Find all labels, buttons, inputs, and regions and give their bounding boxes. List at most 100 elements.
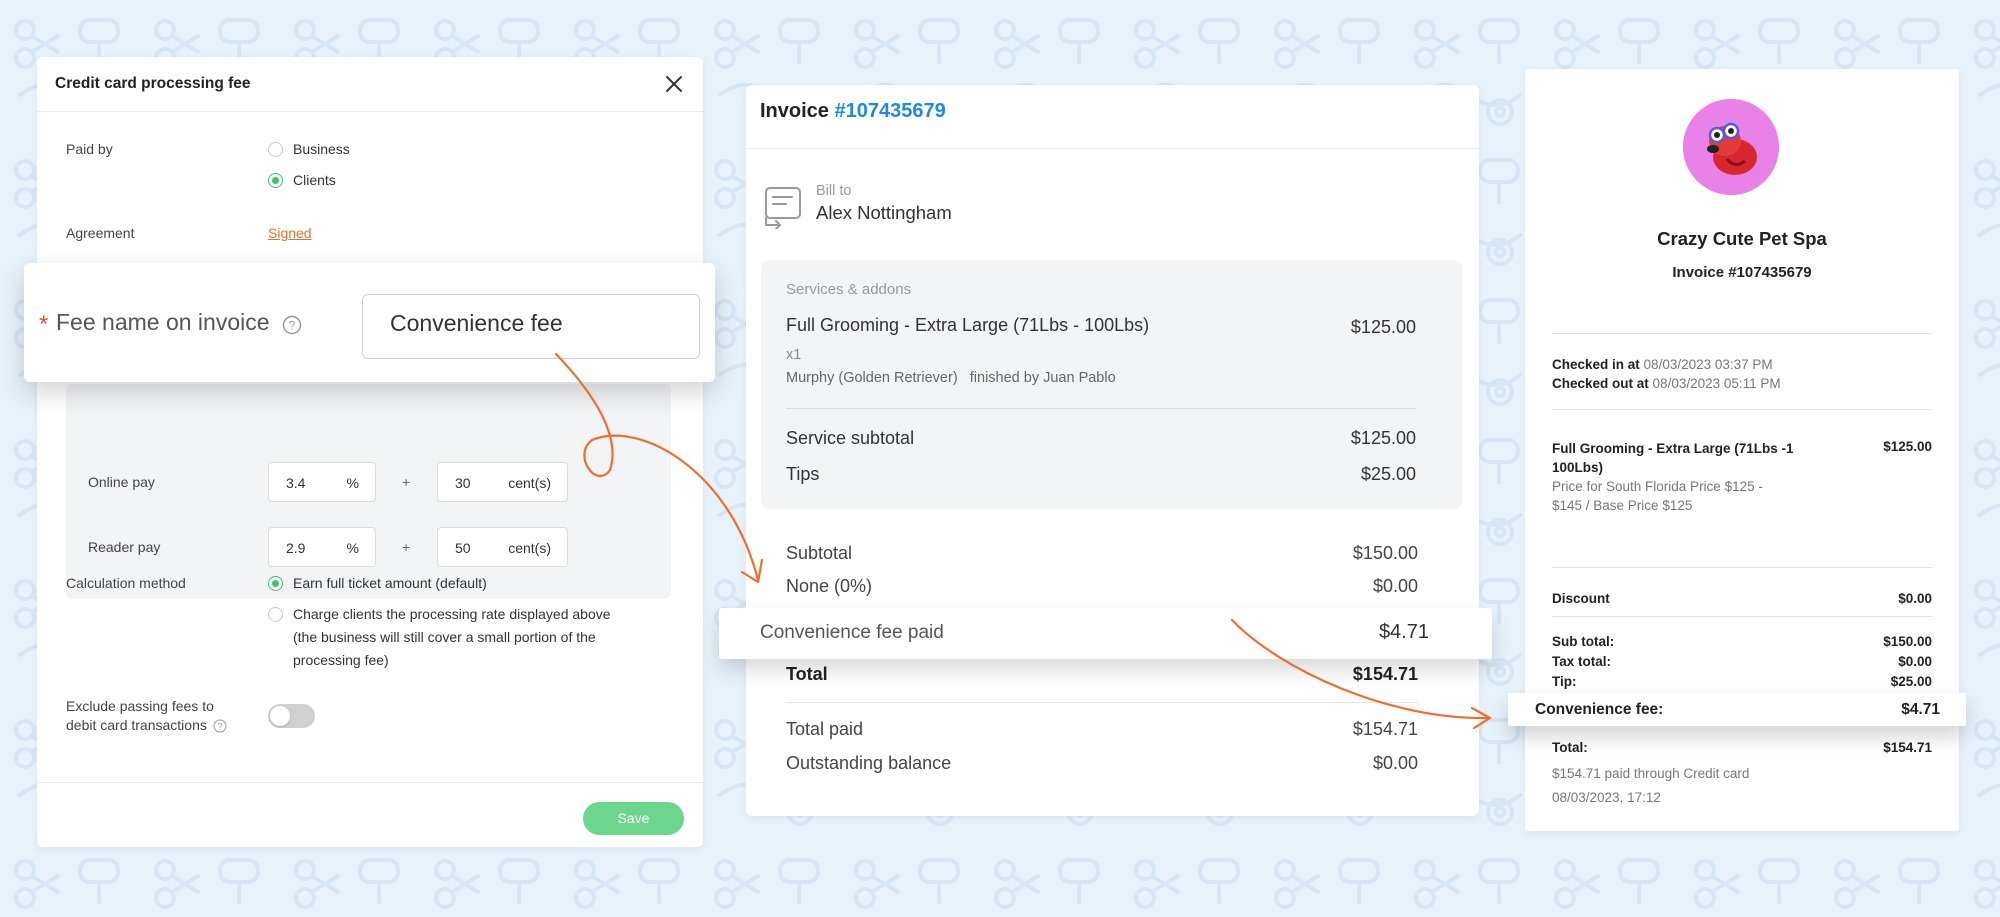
plus-sign: +: [402, 539, 411, 555]
panel-footer-divider: [37, 782, 703, 783]
fee-name-label: Fee name on invoice: [56, 309, 270, 335]
radio-label: Business: [293, 141, 350, 157]
total-paid-value: $154.71: [1352, 719, 1418, 739]
exclude-debit-toggle[interactable]: [268, 704, 315, 728]
bill-to-name: Alex Nottingham: [816, 202, 952, 223]
receipt-convenience-fee-value: $4.71: [1901, 701, 1940, 718]
reader-pay-label: Reader pay: [88, 539, 161, 555]
bill-to-label: Bill to: [816, 183, 852, 199]
help-icon[interactable]: ?: [282, 315, 302, 335]
calculation-method-label: Calculation method: [66, 575, 186, 591]
convenience-fee-paid-label: Convenience fee paid: [760, 622, 944, 643]
subtotal-label: Subtotal: [786, 543, 853, 563]
online-pay-label: Online pay: [88, 474, 155, 490]
settings-panel-title: Credit card processing fee: [37, 57, 703, 112]
invoice-panel: Invoice #107435679 Bill to Alex Nottingh…: [746, 85, 1479, 816]
invoice-title: Invoice #107435679: [746, 85, 1479, 149]
svg-text:?: ?: [217, 722, 222, 732]
receipt-discount-value: $0.00: [1898, 591, 1932, 606]
receipt-paid-through: $154.71 paid through Credit card: [1552, 766, 1750, 781]
paid-by-clients-radio[interactable]: Clients: [268, 172, 336, 188]
credit-card-fee-settings-panel: Credit card processing fee Paid by Busin…: [37, 57, 703, 847]
divider: [1552, 616, 1932, 617]
divider: [1552, 333, 1932, 334]
radio-label: Clients: [293, 172, 336, 188]
receipt-service-price: $125.00: [1883, 439, 1932, 454]
subtotal-value: $150.00: [1352, 543, 1418, 563]
services-box: Services & addons Full Grooming - Extra …: [761, 260, 1462, 509]
service-subtotal-label: Service subtotal: [786, 428, 915, 448]
total-value: $154.71: [1352, 664, 1418, 684]
agreement-label: Agreement: [66, 225, 135, 241]
checked-out: Checked out at 08/03/2023 05:11 PM: [1552, 376, 1781, 391]
receipt-total-value: $154.71: [1883, 740, 1932, 755]
business-name: Crazy Cute Pet Spa: [1657, 228, 1827, 249]
service-quantity: x1: [786, 347, 802, 363]
receipt-tax-label: Tax total:: [1552, 654, 1612, 669]
radio-icon[interactable]: [268, 141, 283, 157]
receipt-subtotal-value: $150.00: [1883, 634, 1932, 649]
close-icon[interactable]: [661, 71, 687, 97]
divider: [1552, 409, 1932, 410]
total-paid-label: Total paid: [786, 719, 864, 739]
receipt-service-description: Price for South Florida Price $125 - $145…: [1552, 479, 1763, 513]
service-subtotal-value: $125.00: [1350, 428, 1416, 448]
radio-selected-icon[interactable]: [268, 575, 283, 591]
agreement-signed-link[interactable]: Signed: [268, 225, 312, 241]
convenience-fee-paid-value: $4.71: [1378, 621, 1429, 643]
divider: [786, 702, 1418, 703]
divider: [1552, 567, 1932, 568]
divider: [786, 408, 1416, 409]
tips-label: Tips: [786, 464, 820, 484]
reader-pay-cents-input[interactable]: 50 cent(s): [437, 527, 568, 567]
radio-label: Earn full ticket amount (default): [293, 575, 487, 591]
paid-by-label: Paid by: [66, 141, 113, 157]
receipt-paid-date: 08/03/2023, 17:12: [1552, 790, 1661, 805]
reader-pay-percent-input[interactable]: 2.9 %: [268, 527, 376, 567]
outstanding-balance-value: $0.00: [1372, 753, 1418, 773]
checked-in: Checked in at 08/03/2023 03:37 PM: [1552, 357, 1773, 372]
calc-earn-full-radio[interactable]: Earn full ticket amount (default): [268, 575, 487, 591]
radio-label: Charge clients the processing rate displ…: [293, 606, 611, 668]
svg-text:?: ?: [289, 319, 296, 333]
fee-name-input[interactable]: Convenience fee: [362, 294, 700, 359]
online-pay-percent-input[interactable]: 3.4 %: [268, 462, 376, 502]
receipt-total-label: Total:: [1552, 740, 1588, 755]
invoice-number-link[interactable]: #107435679: [834, 100, 945, 122]
fee-name-callout: * Fee name on invoice ? Convenience fee: [24, 263, 715, 382]
convenience-fee-paid-callout: Convenience fee paid $4.71: [719, 608, 1492, 659]
discount-label: None (0%): [786, 576, 873, 596]
outstanding-balance-label: Outstanding balance: [786, 753, 952, 773]
processing-rates-box: Online pay 3.4 % + 30 cent(s) Reader pay…: [66, 384, 671, 599]
receipt-tip-label: Tip:: [1552, 674, 1577, 689]
exclude-debit-label: Exclude passing fees to debit card trans…: [66, 697, 227, 735]
service-price: $125.00: [1350, 317, 1416, 337]
online-pay-cents-input[interactable]: 30 cent(s): [437, 462, 568, 502]
receipt-tip-value: $25.00: [1890, 674, 1932, 689]
reader-pay-row: Reader pay 2.9 % + 50 cent(s): [66, 527, 671, 567]
required-asterisk: *: [39, 311, 49, 338]
receipt-convenience-fee-callout: Convenience fee: $4.71: [1508, 693, 1966, 726]
services-heading: Services & addons: [786, 281, 912, 298]
online-pay-row: Online pay 3.4 % + 30 cent(s): [66, 462, 671, 502]
receipt-discount-label: Discount: [1552, 591, 1610, 606]
receipt-subtotal-label: Sub total:: [1552, 634, 1615, 649]
receipt-convenience-fee-label: Convenience fee:: [1535, 701, 1664, 718]
radio-icon[interactable]: [268, 607, 283, 622]
plus-sign: +: [402, 474, 411, 490]
service-name: Full Grooming - Extra Large (71Lbs - 100…: [786, 315, 1150, 335]
paid-by-business-radio[interactable]: Business: [268, 141, 350, 157]
receipt-tax-value: $0.00: [1898, 654, 1932, 669]
tips-value: $25.00: [1360, 464, 1416, 484]
total-label: Total: [786, 664, 828, 684]
help-icon[interactable]: ?: [213, 719, 227, 733]
business-logo: [1683, 99, 1779, 195]
receipt-service-name: Full Grooming - Extra Large (71Lbs -1 100…: [1552, 441, 1794, 475]
radio-selected-icon[interactable]: [268, 172, 283, 188]
calc-charge-clients-radio[interactable]: Charge clients the processing rate displ…: [268, 606, 611, 672]
bill-icon: [765, 187, 801, 229]
receipt-invoice-number: Invoice #107435679: [1672, 264, 1812, 281]
discount-value: $0.00: [1372, 576, 1418, 596]
save-button[interactable]: Save: [583, 802, 684, 835]
service-pet-staff: Murphy (Golden Retriever) finished by Ju…: [786, 370, 1116, 386]
